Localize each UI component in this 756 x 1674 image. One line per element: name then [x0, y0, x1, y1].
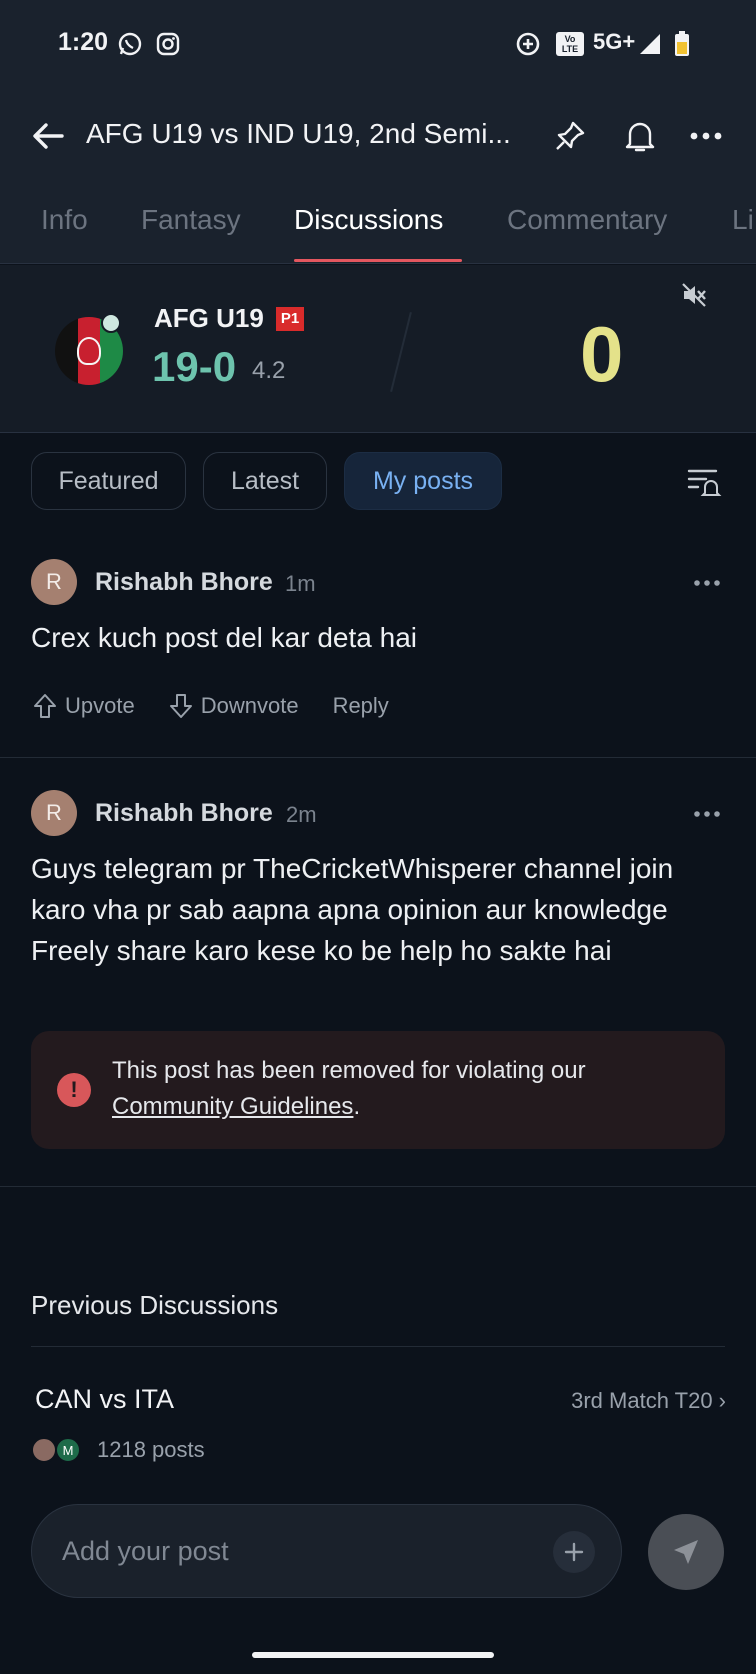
post-item: R Rishabh Bhore 2m Guys telegram pr TheC… [0, 759, 756, 1187]
upvote-button[interactable]: Upvote [33, 693, 135, 719]
avatar[interactable]: R [31, 559, 77, 605]
previous-match-meta[interactable]: 3rd Match T20 › [571, 1388, 726, 1414]
send-icon[interactable] [648, 1514, 724, 1590]
back-arrow-icon[interactable] [26, 114, 70, 158]
volte-icon: Vo LTE [556, 32, 584, 56]
home-indicator[interactable] [252, 1652, 494, 1658]
removed-notice: ! This post has been removed for violati… [31, 1031, 725, 1149]
downvote-button[interactable]: Downvote [169, 693, 299, 719]
post-time: 2m [286, 802, 317, 827]
upvote-label: Upvote [65, 693, 135, 718]
filter-featured[interactable]: Featured [31, 452, 186, 510]
tab-live[interactable]: Li [732, 204, 754, 236]
more-icon[interactable] [682, 112, 730, 160]
last-ball-value: 0 [580, 310, 624, 398]
reply-label: Reply [332, 693, 389, 718]
post-author[interactable]: Rishabh Bhore [95, 799, 273, 828]
whatsapp-icon [116, 30, 144, 58]
filter-my-posts[interactable]: My posts [344, 452, 502, 510]
plus-icon[interactable] [553, 1531, 595, 1573]
pin-icon[interactable] [546, 112, 594, 160]
mute-icon[interactable] [678, 279, 710, 311]
post-body: Crex kuch post del kar deta hai [31, 622, 417, 653]
bell-icon[interactable] [616, 112, 664, 160]
previous-post-count: 1218 posts [97, 1437, 205, 1462]
post-author[interactable]: Rishabh Bhore [95, 568, 273, 597]
avatar: M [55, 1437, 81, 1463]
post-item: R Rishabh Bhore 1m Crex kuch post del ka… [0, 540, 756, 758]
active-tab-indicator [294, 259, 462, 262]
score-divider [390, 311, 412, 393]
battery-icon [668, 30, 696, 58]
warning-icon: ! [57, 1073, 91, 1107]
downvote-label: Downvote [200, 693, 299, 718]
instagram-icon [154, 30, 182, 58]
tab-bar: Info Fantasy Discussions Commentary Li [0, 190, 756, 264]
top-nav: AFG U19 vs IND U19, 2nd Semi... [0, 100, 756, 172]
previous-discussions-title: Previous Discussions [31, 1290, 279, 1320]
tab-discussions[interactable]: Discussions [294, 204, 443, 236]
tab-info[interactable]: Info [41, 204, 88, 236]
team-score: 19-0 [152, 343, 237, 390]
post-actions: Upvote Downvote Reply [33, 690, 423, 722]
status-bar: 1:20 Vo LTE 5G+ [0, 0, 756, 90]
team-name: AFG U19 [154, 303, 264, 333]
signal-icon [636, 30, 664, 58]
divider [31, 1346, 725, 1347]
avatar[interactable]: R [31, 790, 77, 836]
tab-commentary[interactable]: Commentary [507, 204, 667, 236]
data-saver-icon [514, 30, 542, 58]
team-overs: 4.2 [252, 357, 286, 384]
filter-latest[interactable]: Latest [203, 452, 327, 510]
post-filters: Featured Latest My posts [0, 452, 756, 510]
community-guidelines-link[interactable]: Community Guidelines [112, 1093, 353, 1120]
post-body: Guys telegram pr TheCricketWhisperer cha… [31, 853, 674, 966]
avatar [31, 1437, 57, 1463]
tab-fantasy[interactable]: Fantasy [141, 204, 241, 236]
score-card[interactable]: AFG U19 P1 19-0 4.2 0 [0, 265, 756, 433]
post-input[interactable] [62, 1527, 522, 1575]
previous-match-name[interactable]: CAN vs ITA [35, 1384, 174, 1415]
post-composer [31, 1504, 622, 1598]
removed-notice-text: This post has been removed for violating… [112, 1053, 702, 1125]
post-time: 1m [285, 571, 316, 596]
removed-suffix: . [353, 1093, 361, 1120]
network-type: 5G+ [593, 29, 636, 54]
post-more-icon[interactable] [690, 804, 724, 824]
page-title: AFG U19 vs IND U19, 2nd Semi... [86, 118, 511, 149]
innings-badge: P1 [276, 307, 304, 331]
status-time: 1:20 [58, 28, 109, 56]
reply-button[interactable]: Reply [333, 693, 389, 719]
team-badge-icon [101, 313, 121, 333]
removed-message: This post has been removed for violating… [112, 1057, 586, 1084]
post-more-icon[interactable] [690, 573, 724, 593]
filter-alert-icon[interactable] [684, 462, 724, 502]
